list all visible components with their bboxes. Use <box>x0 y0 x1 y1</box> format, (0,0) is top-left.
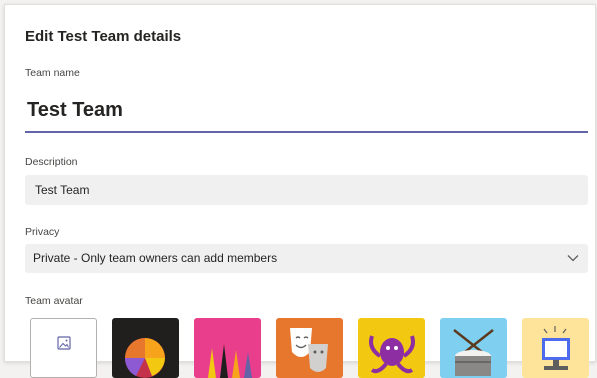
privacy-label: Privacy <box>25 226 60 238</box>
avatar-upload-button[interactable] <box>30 318 97 378</box>
privacy-dropdown[interactable]: Private - Only team owners can add membe… <box>25 244 588 273</box>
avatar-option-theater-masks[interactable] <box>276 318 343 378</box>
pie-chart-icon <box>124 338 165 378</box>
avatar-option-pie-chart[interactable] <box>112 318 179 378</box>
avatar-option-crayons[interactable] <box>194 318 261 378</box>
computer-icon <box>542 326 570 370</box>
edit-team-dialog: Edit Test Team details Team name Descrip… <box>4 4 596 362</box>
avatar-options <box>26 318 589 378</box>
description-input[interactable] <box>25 175 588 205</box>
chevron-down-icon <box>567 255 579 262</box>
upload-image-icon <box>57 336 71 350</box>
privacy-selected-value: Private - Only team owners can add membe… <box>33 251 278 265</box>
drum-icon <box>453 329 494 376</box>
avatar-option-octopus[interactable] <box>358 318 425 378</box>
team-avatar-label: Team avatar <box>25 295 83 307</box>
team-name-input[interactable] <box>25 89 588 133</box>
description-label: Description <box>25 156 78 168</box>
dialog-title: Edit Test Team details <box>25 28 182 45</box>
team-name-label: Team name <box>25 67 80 79</box>
octopus-icon <box>369 335 415 374</box>
crayons-icon <box>208 344 252 378</box>
theater-masks-icon <box>290 328 328 372</box>
avatar-option-computer[interactable] <box>522 318 589 378</box>
avatar-option-drum[interactable] <box>440 318 507 378</box>
